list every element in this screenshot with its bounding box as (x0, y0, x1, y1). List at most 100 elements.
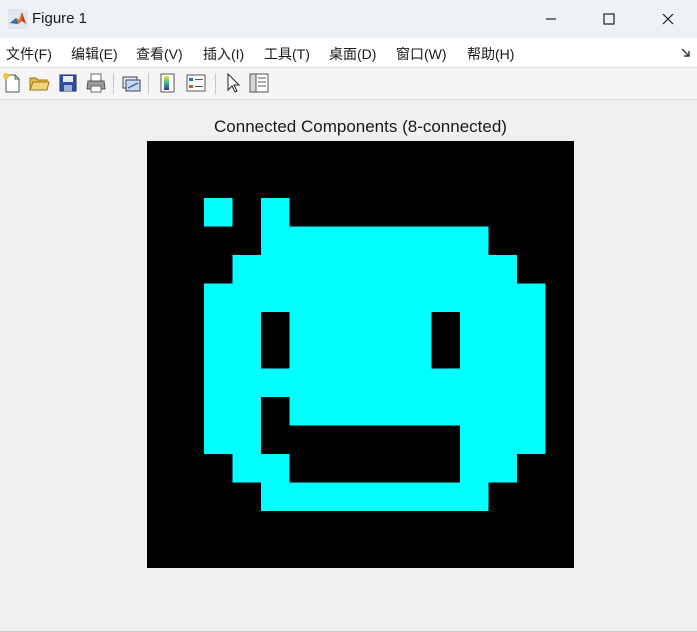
component-pixel (488, 425, 518, 455)
component-pixel (374, 482, 404, 512)
component-pixel (431, 482, 461, 512)
link-plot-icon[interactable] (120, 72, 142, 94)
component-pixel (317, 482, 347, 512)
component-pixel (289, 397, 318, 426)
component-pixel (346, 226, 375, 255)
component-pixel (431, 226, 461, 255)
title-bar[interactable]: Figure 1 (0, 0, 697, 38)
component-pixel (232, 254, 261, 284)
component-pixel (374, 283, 404, 312)
dock-arrow-icon[interactable] (680, 46, 692, 58)
component-pixel (232, 368, 261, 398)
component-pixel (460, 254, 489, 284)
component-pixel (260, 226, 290, 255)
menu-window[interactable]: 窗口(W) (396, 44, 447, 64)
component-pixel (203, 340, 233, 369)
component-pixel (488, 283, 518, 312)
component-pixel (289, 482, 318, 512)
component-pixel (346, 482, 375, 512)
component-pixel (317, 226, 347, 255)
component-pixel (203, 368, 233, 398)
component-pixel (260, 482, 290, 512)
colorbar-icon[interactable] (157, 72, 179, 94)
close-button[interactable] (645, 0, 691, 38)
component-pixel (431, 397, 461, 426)
image-axes[interactable] (147, 141, 574, 568)
menu-desktop[interactable]: 桌面(D) (329, 44, 376, 64)
component-pixel (431, 368, 461, 398)
component-pixel (517, 340, 546, 369)
component-pixel (260, 368, 290, 398)
component-pixel (260, 254, 290, 284)
component-pixel (317, 311, 347, 341)
menu-help[interactable]: 帮助(H) (467, 44, 514, 64)
component-pixel (460, 283, 489, 312)
component-pixel (488, 454, 518, 483)
component-pixel (317, 283, 347, 312)
component-pixel (374, 340, 404, 369)
component-pixel (403, 397, 432, 426)
maximize-icon (603, 13, 615, 25)
toolbar-separator (113, 73, 114, 94)
component-pixel (346, 340, 375, 369)
open-file-icon[interactable] (28, 72, 50, 94)
component-pixel (317, 254, 347, 284)
menu-insert[interactable]: 插入(I) (203, 44, 244, 64)
edit-plot-icon[interactable] (222, 72, 244, 94)
print-icon[interactable] (85, 72, 107, 94)
close-icon (662, 13, 674, 25)
component-pixel (460, 340, 489, 369)
component-pixel (346, 283, 375, 312)
component-pixel (403, 254, 432, 284)
component-pixel (403, 340, 432, 369)
component-pixel (374, 254, 404, 284)
minimize-button[interactable] (528, 0, 574, 38)
figure-canvas[interactable]: Connected Components (8-connected) (0, 100, 697, 631)
component-pixel (460, 226, 489, 255)
component-pixel (289, 340, 318, 369)
axes-title: Connected Components (8-connected) (214, 117, 507, 136)
component-pixel (460, 482, 489, 512)
save-icon[interactable] (57, 72, 79, 94)
component-pixel (460, 454, 489, 483)
component-pixel (374, 226, 404, 255)
component-pixel (232, 311, 261, 341)
component-pixel (488, 254, 518, 284)
component-pixel (460, 368, 489, 398)
component-pixel (403, 368, 432, 398)
component-pixel (232, 425, 261, 455)
toolbar-separator (148, 73, 149, 94)
component-pixel (346, 311, 375, 341)
menu-edit[interactable]: 编辑(E) (71, 44, 118, 64)
new-figure-icon[interactable] (1, 72, 23, 94)
maximize-button[interactable] (586, 0, 632, 38)
legend-icon[interactable] (185, 72, 207, 94)
property-inspector-icon[interactable] (248, 72, 270, 94)
component-pixel (203, 311, 233, 341)
component-pixel (517, 397, 546, 426)
component-pixel (289, 254, 318, 284)
component-pixel (517, 311, 546, 341)
component-pixel (431, 254, 461, 284)
menu-file[interactable]: 文件(F) (6, 44, 52, 64)
component-pixel (289, 226, 318, 255)
menu-view[interactable]: 查看(V) (136, 44, 183, 64)
component-pixel (317, 368, 347, 398)
component-pixel (488, 397, 518, 426)
component-pixel (403, 311, 432, 341)
component-pixel (374, 397, 404, 426)
component-pixel (232, 340, 261, 369)
component-pixel (460, 311, 489, 341)
component-pixel (260, 283, 290, 312)
toolbar (0, 68, 697, 100)
component-pixel (374, 368, 404, 398)
menu-tools[interactable]: 工具(T) (264, 44, 310, 64)
component-pixel (403, 482, 432, 512)
component-pixel (203, 283, 233, 312)
matlab-icon (8, 9, 28, 29)
component-pixel (517, 283, 546, 312)
component-pixel (203, 197, 233, 227)
component-pixel (403, 283, 432, 312)
component-pixel (346, 397, 375, 426)
minimize-icon (546, 18, 556, 20)
